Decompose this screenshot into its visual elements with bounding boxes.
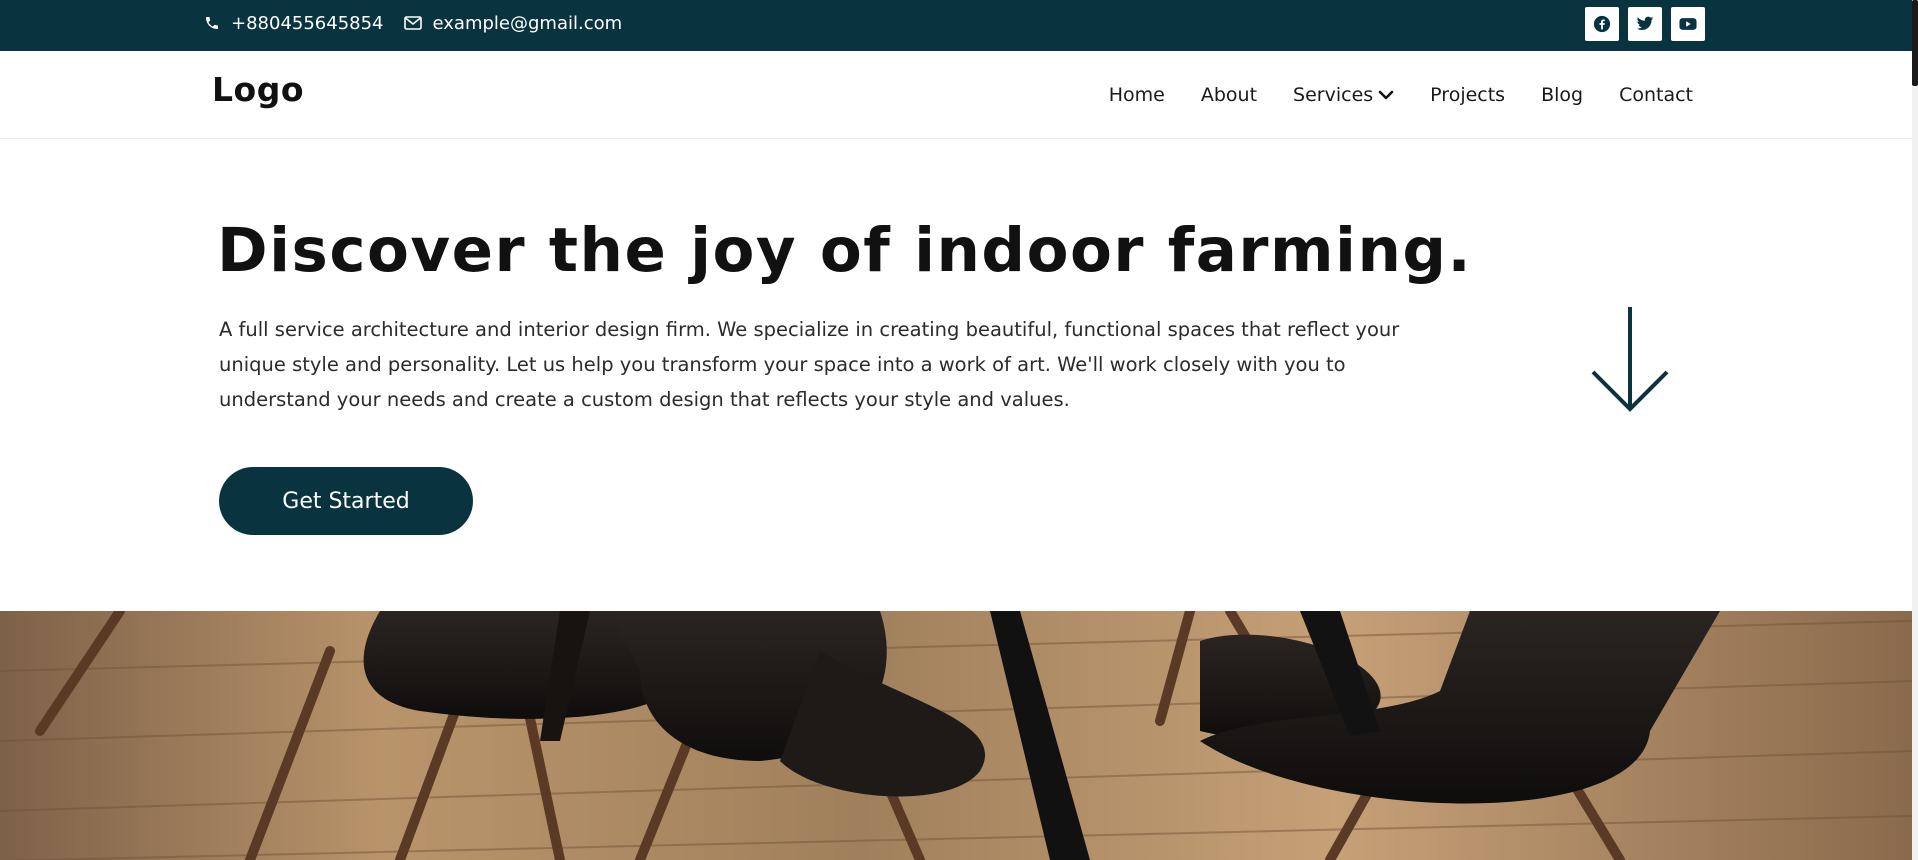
scroll-down-button[interactable] (1590, 305, 1670, 417)
phone-link[interactable]: +880455645854 (204, 13, 384, 34)
facebook-link[interactable] (1585, 7, 1619, 41)
get-started-button[interactable]: Get Started (219, 467, 473, 535)
phone-number: +880455645854 (231, 12, 384, 34)
top-bar: +880455645854 example@gmail.com (0, 0, 1912, 51)
contact-info: +880455645854 example@gmail.com (204, 0, 622, 46)
scrollbar-thumb[interactable] (1912, 0, 1918, 86)
youtube-icon (1679, 18, 1697, 30)
nav-about[interactable]: About (1201, 84, 1257, 106)
page-scrollbar[interactable] (1912, 0, 1918, 860)
hero-title: Discover the joy of indoor farming. (217, 215, 1473, 286)
nav-services[interactable]: Services (1293, 84, 1394, 106)
site-logo[interactable]: Logo (212, 70, 304, 109)
nav-projects[interactable]: Projects (1430, 84, 1505, 106)
nav-services-label: Services (1293, 83, 1374, 106)
facebook-icon (1593, 15, 1611, 33)
hero-description: A full service architecture and interior… (219, 318, 1400, 411)
nav-contact[interactable]: Contact (1619, 84, 1693, 106)
phone-icon (206, 17, 218, 29)
email-link[interactable]: example@gmail.com (403, 12, 623, 34)
nav-home[interactable]: Home (1109, 84, 1165, 106)
envelope-icon (403, 16, 422, 30)
youtube-link[interactable] (1671, 7, 1705, 41)
email-address: example@gmail.com (432, 12, 623, 34)
social-links (1585, 7, 1705, 41)
hero-image (0, 611, 1912, 860)
dining-chairs-photo (0, 611, 1912, 860)
chevron-down-icon (1378, 90, 1394, 99)
arrow-down-icon (1591, 307, 1669, 412)
main-nav: Home About Services Projects Blog Contac… (1109, 51, 1693, 138)
twitter-icon (1636, 16, 1654, 30)
twitter-link[interactable] (1628, 7, 1662, 41)
nav-blog[interactable]: Blog (1541, 84, 1583, 106)
site-header: Logo Home About Services Projects Blog C… (0, 51, 1912, 139)
